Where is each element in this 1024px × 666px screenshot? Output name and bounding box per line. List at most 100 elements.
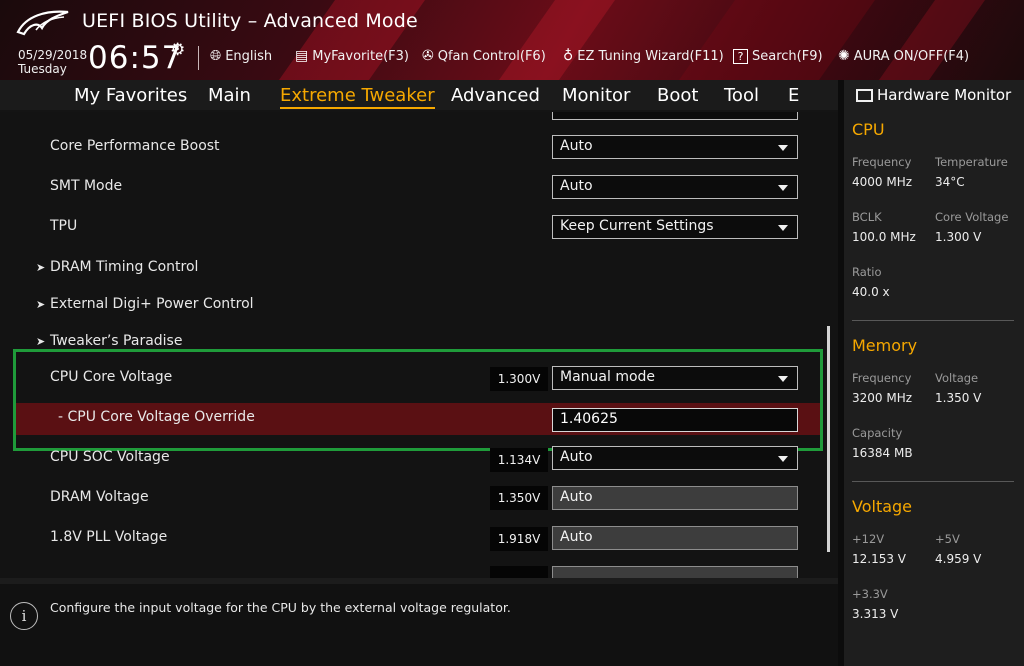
tab-main[interactable]: Main: [208, 85, 251, 106]
chevron-down-icon: [778, 225, 788, 231]
search-button[interactable]: ? Search(F9): [733, 47, 823, 65]
day-display: Tuesday: [18, 62, 67, 76]
info-icon: i: [10, 602, 38, 630]
help-search-icon: ?: [733, 48, 748, 64]
tpu-label: TPU: [50, 218, 78, 234]
smt-mode-dropdown[interactable]: Auto: [552, 175, 798, 199]
chevron-down-icon: [778, 376, 788, 382]
dram-voltage-input[interactable]: Auto: [552, 486, 798, 510]
cpu-ratio-label: Ratio: [852, 265, 882, 279]
date-display: 05/29/2018: [18, 48, 88, 62]
cpu-core-voltage-monitor-label: Core Voltage: [935, 210, 1009, 224]
bulb-icon: ♁: [563, 48, 574, 64]
next-row-input[interactable]: [552, 566, 798, 578]
chevron-down-icon: [778, 145, 788, 151]
core-performance-boost-dropdown[interactable]: Auto: [552, 135, 798, 159]
gear-icon[interactable]: ⚙: [170, 40, 185, 60]
qfan-control-button[interactable]: ✇ Qfan Control(F6): [422, 47, 546, 65]
v33-label: +3.3V: [852, 587, 888, 601]
clock-display: 06:57: [88, 40, 183, 76]
section-divider: [852, 481, 1014, 482]
scrollbar[interactable]: [827, 326, 830, 552]
tab-exit[interactable]: E: [788, 85, 799, 106]
tab-monitor[interactable]: Monitor: [562, 85, 630, 106]
main-navigation: My Favorites Main Extreme Tweaker Advanc…: [0, 80, 838, 110]
fan-icon: ✇: [422, 48, 434, 64]
hardware-monitor-title: Hardware Monitor: [856, 86, 1011, 104]
cpu-temperature-label: Temperature: [935, 155, 1008, 169]
memory-capacity-label: Capacity: [852, 426, 903, 440]
language-label: English: [225, 48, 273, 64]
dram-voltage-label: DRAM Voltage: [50, 489, 149, 505]
tweakers-paradise-label: Tweaker’s Paradise: [50, 333, 183, 349]
cpu-soc-voltage-reading: 1.134V: [490, 448, 548, 472]
tab-extreme-tweaker[interactable]: Extreme Tweaker: [280, 85, 435, 109]
voltage-section-title: Voltage: [852, 497, 913, 516]
chevron-down-icon: [778, 456, 788, 462]
digi-power-control-link[interactable]: ➤ External Digi+ Power Control: [36, 296, 254, 312]
favorite-icon: ▤: [295, 48, 309, 64]
cpu-core-voltage-label: CPU Core Voltage: [50, 369, 173, 385]
smt-mode-value: Auto: [560, 178, 593, 194]
tpu-dropdown[interactable]: Keep Current Settings: [552, 215, 798, 239]
memory-capacity-value: 16384 MB: [852, 446, 913, 460]
memory-section-title: Memory: [852, 336, 918, 355]
tpu-value: Keep Current Settings: [560, 218, 714, 234]
app-title: UEFI BIOS Utility – Advanced Mode: [82, 10, 418, 32]
dram-timing-control-label: DRAM Timing Control: [50, 259, 199, 275]
v33-value: 3.313 V: [852, 607, 899, 621]
aura-icon: ✺: [838, 48, 850, 64]
memory-voltage-label: Voltage: [935, 371, 979, 385]
pll-voltage-label: 1.8V PLL Voltage: [50, 529, 168, 545]
cpu-bclk-label: BCLK: [852, 210, 882, 224]
language-button[interactable]: 🌐︎ English: [210, 47, 272, 65]
memory-voltage-value: 1.350 V: [935, 391, 982, 405]
chevron-right-icon: ➤: [36, 298, 46, 311]
ez-tuning-wizard-button[interactable]: ♁ EZ Tuning Wizard(F11): [563, 47, 724, 65]
dram-timing-control-link[interactable]: ➤ DRAM Timing Control: [36, 259, 198, 275]
smt-mode-label: SMT Mode: [50, 178, 123, 194]
aura-label: AURA ON/OFF(F4): [853, 48, 970, 64]
cpu-frequency-label: Frequency: [852, 155, 912, 169]
cpu-core-voltage-value: Manual mode: [560, 369, 656, 385]
help-text: Configure the input voltage for the CPU …: [50, 600, 511, 615]
tab-boot[interactable]: Boot: [657, 85, 698, 106]
globe-icon: 🌐︎: [210, 48, 222, 64]
myfavorite-button[interactable]: ▤ MyFavorite(F3): [295, 47, 409, 65]
search-label: Search(F9): [752, 48, 823, 64]
myfavorite-label: MyFavorite(F3): [312, 48, 409, 64]
tab-my-favorites[interactable]: My Favorites: [74, 85, 187, 106]
cpu-core-voltage-reading: 1.300V: [490, 367, 548, 391]
cpu-soc-voltage-dropdown[interactable]: Auto: [552, 446, 798, 470]
pll-voltage-input[interactable]: Auto: [552, 526, 798, 550]
v5-label: +5V: [935, 532, 960, 546]
ez-tuning-wizard-label: EZ Tuning Wizard(F11): [577, 48, 724, 64]
v12-value: 12.153 V: [852, 552, 907, 566]
core-performance-boost-value: Auto: [560, 138, 593, 154]
pll-voltage-reading: 1.918V: [490, 527, 548, 551]
chevron-down-icon: [778, 185, 788, 191]
core-performance-boost-label: Core Performance Boost: [50, 138, 220, 154]
cpu-section-title: CPU: [852, 120, 885, 139]
digi-power-control-label: External Digi+ Power Control: [50, 296, 254, 312]
chevron-right-icon: ➤: [36, 261, 46, 274]
cpu-soc-voltage-label: CPU SOC Voltage: [50, 449, 170, 465]
cpu-core-voltage-monitor-value: 1.300 V: [935, 230, 982, 244]
cpu-frequency-value: 4000 MHz: [852, 175, 913, 189]
settings-panel: Core Performance Boost Auto SMT Mode Aut…: [0, 112, 838, 578]
memory-frequency-label: Frequency: [852, 371, 912, 385]
cpu-core-voltage-override-label: - CPU Core Voltage Override: [58, 409, 255, 425]
hardware-monitor-title-text: Hardware Monitor: [877, 86, 1012, 104]
monitor-icon: [856, 88, 873, 102]
cpu-core-voltage-dropdown[interactable]: Manual mode: [552, 366, 798, 390]
aura-button[interactable]: ✺ AURA ON/OFF(F4): [838, 47, 969, 65]
header-divider: [198, 46, 199, 70]
v12-label: +12V: [852, 532, 885, 546]
annotation-highlight-box: [13, 349, 823, 451]
tab-tool[interactable]: Tool: [724, 85, 759, 106]
cpu-core-voltage-override-input[interactable]: 1.40625: [552, 408, 798, 432]
tweakers-paradise-link[interactable]: ➤ Tweaker’s Paradise: [36, 333, 182, 349]
previous-setting-dropdown[interactable]: [552, 112, 798, 120]
tab-advanced[interactable]: Advanced: [451, 85, 540, 106]
section-divider: [852, 320, 1014, 321]
